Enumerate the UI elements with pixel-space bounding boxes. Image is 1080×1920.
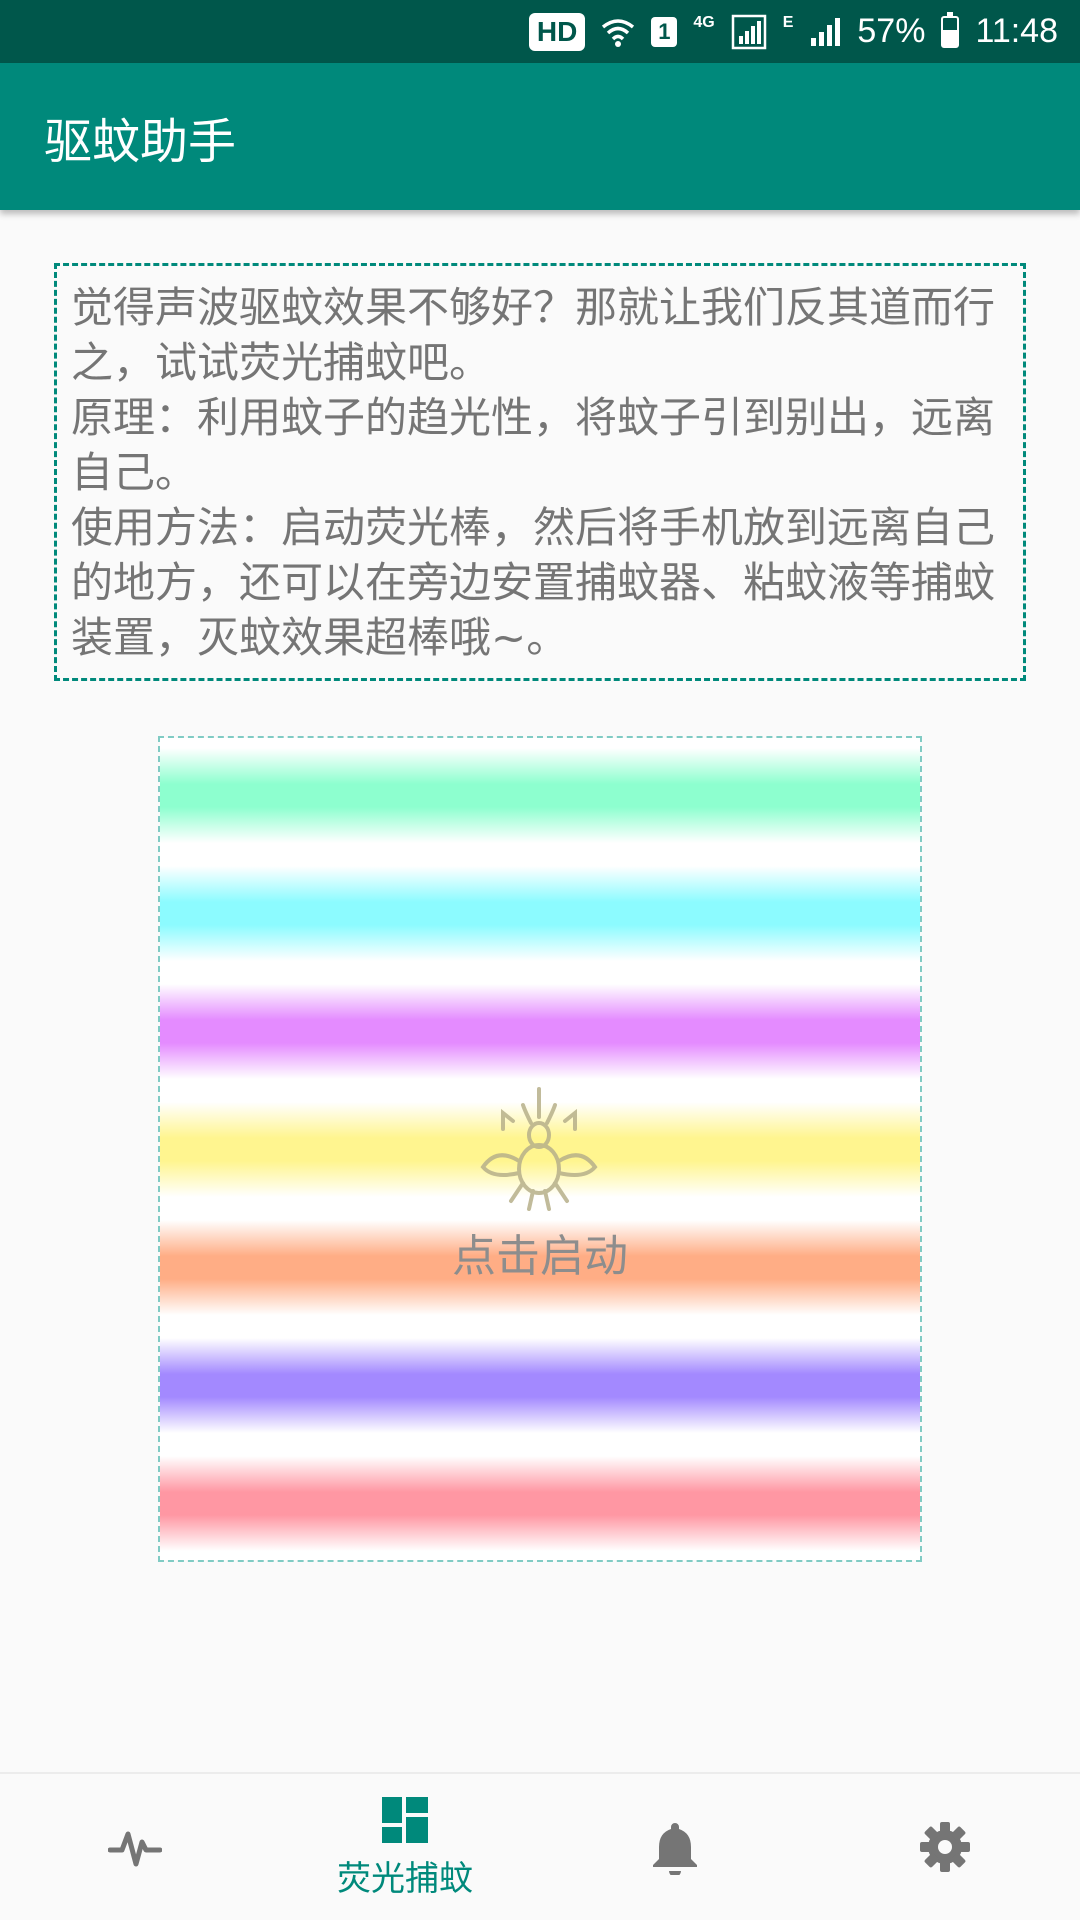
status-bar: HD 1 4G E 57% 11:48 — [0, 0, 1080, 63]
nav-item-settings[interactable] — [810, 1774, 1080, 1920]
description-usage: 使用方法：启动荧光棒，然后将手机放到远离自己的地方，还可以在旁边安置捕蚊器、粘蚊… — [71, 503, 996, 662]
description-intro: 觉得声波驱蚊效果不够好？那就让我们反其道而行之，试试荧光捕蚊吧。 — [71, 283, 996, 387]
battery-percent: 57% — [857, 12, 926, 50]
signal-icon — [809, 16, 841, 48]
nav-item-fluorescent[interactable]: 荧光捕蚊 — [270, 1774, 540, 1920]
wifi-icon — [601, 15, 635, 49]
description-box: 觉得声波驱蚊效果不够好？那就让我们反其道而行之，试试荧光捕蚊吧。 原理：利用蚊子… — [54, 263, 1026, 681]
hd-badge: HD — [528, 12, 586, 51]
color-stripe — [160, 748, 920, 843]
color-stripe — [160, 1338, 920, 1433]
mosquito-icon — [480, 1087, 598, 1211]
bell-icon — [653, 1823, 697, 1875]
signal-box-icon — [731, 14, 767, 50]
network-e-label: E — [782, 14, 794, 31]
color-stripe — [160, 984, 920, 1079]
nav-label-fluorescent: 荧光捕蚊 — [337, 1858, 473, 1899]
battery-icon — [941, 11, 960, 48]
color-stripe — [160, 866, 920, 961]
pulse-icon — [108, 1831, 162, 1867]
app-title: 驱蚊助手 — [44, 113, 237, 170]
app-bar: 驱蚊助手 — [0, 63, 1080, 210]
clock: 11:48 — [975, 12, 1058, 50]
start-button-label[interactable]: 点击启动 — [160, 1220, 920, 1284]
fluorescent-light-panel[interactable]: 点击启动 — [158, 736, 922, 1562]
bottom-navigation: 荧光捕蚊 — [0, 1772, 1080, 1920]
gear-icon — [920, 1822, 970, 1872]
description-principle: 原理：利用蚊子的趋光性，将蚊子引到别出，远离自己。 — [71, 393, 996, 497]
dashboard-icon — [382, 1796, 428, 1843]
color-stripe — [160, 1456, 920, 1551]
sim-badge: 1 — [651, 16, 678, 47]
nav-item-sonic[interactable] — [0, 1774, 270, 1920]
nav-item-notifications[interactable] — [540, 1774, 810, 1920]
network-4g-label: 4G — [693, 14, 715, 31]
